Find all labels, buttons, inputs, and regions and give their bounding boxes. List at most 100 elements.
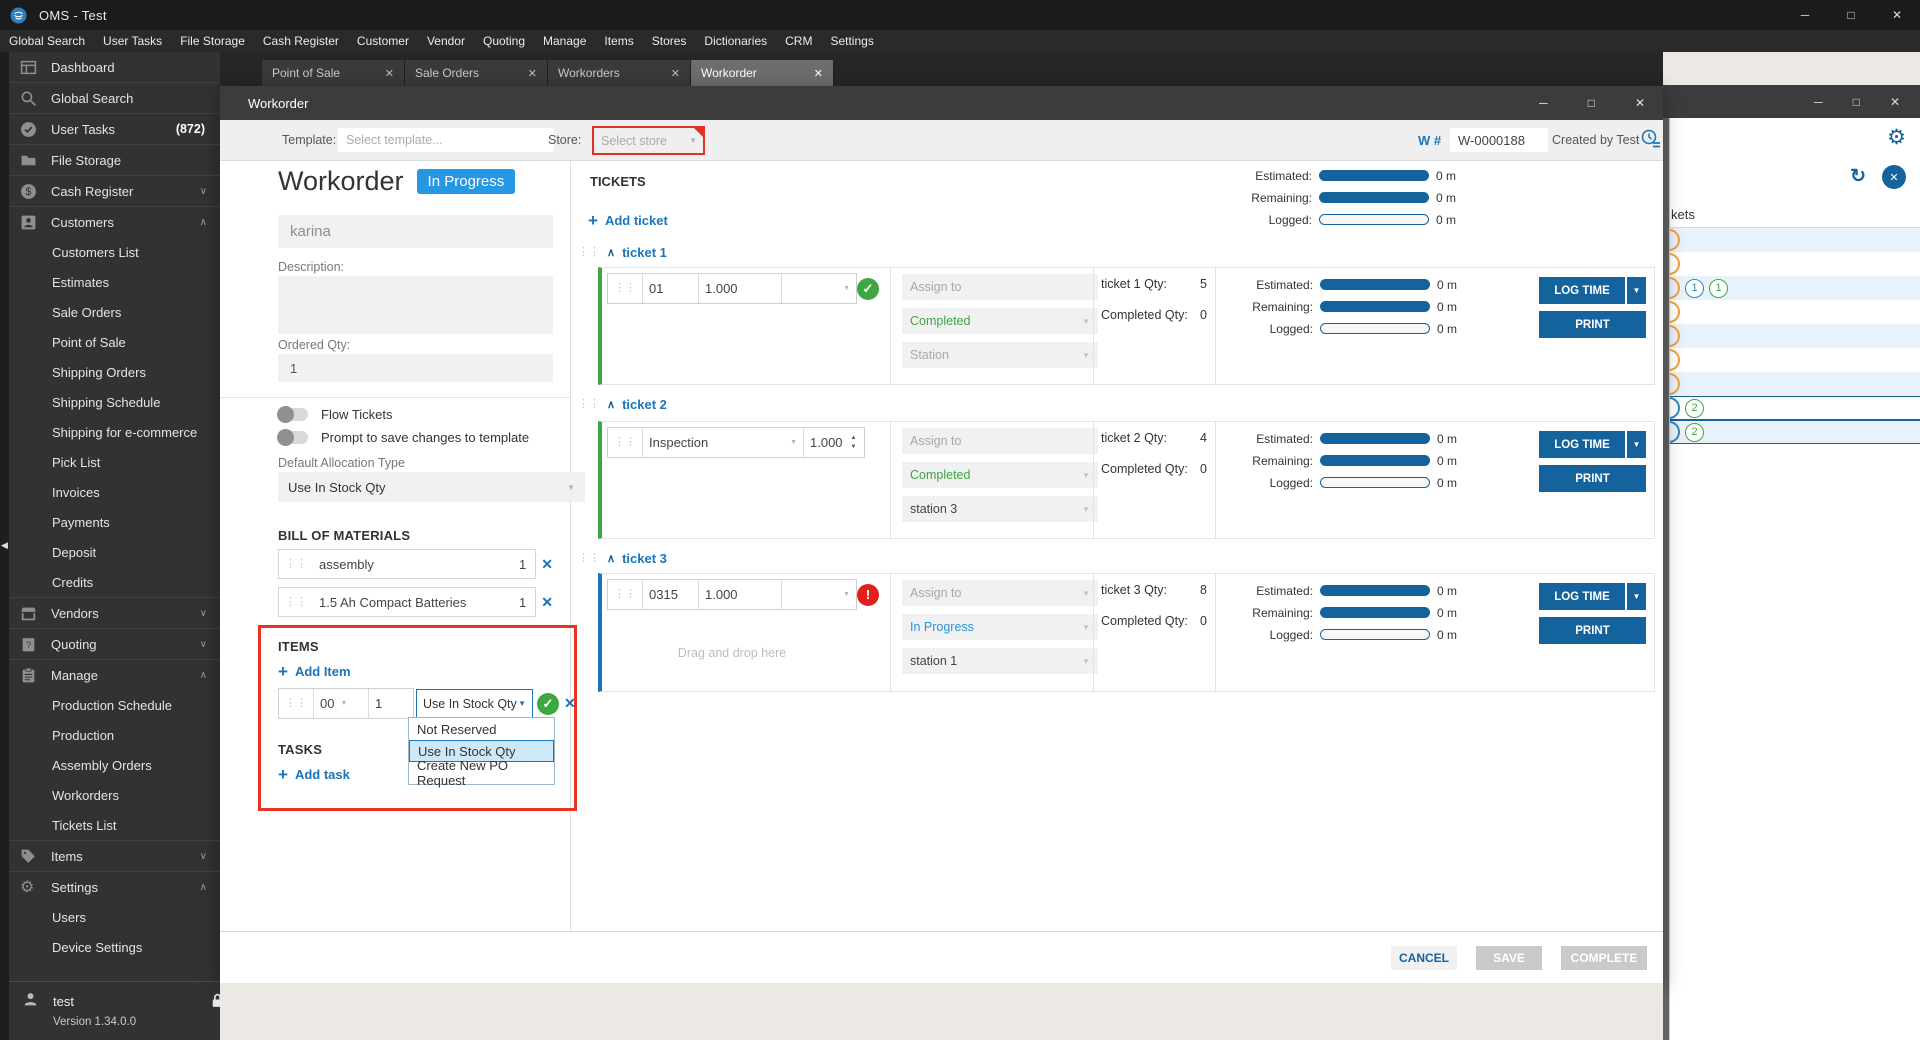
tab-close-icon[interactable]: ✕	[814, 67, 823, 80]
tab-point-of-sale[interactable]: Point of Sale ✕	[262, 60, 405, 86]
log-time-button[interactable]: LOG TIME	[1539, 583, 1625, 610]
menu-manage[interactable]: Manage	[534, 30, 595, 52]
creator-history-icon[interactable]	[1640, 128, 1662, 150]
sidebar-item-quoting[interactable]: ? Quoting ∨	[9, 628, 220, 659]
ticket-qty-field[interactable]: 1.000	[698, 274, 781, 303]
menu-global-search[interactable]: Global Search	[0, 30, 94, 52]
station-select[interactable]: station 1 ▼	[902, 648, 1098, 674]
menu-crm[interactable]: CRM	[776, 30, 821, 52]
ticket-qty-field[interactable]: 1.000	[698, 580, 781, 609]
print-button[interactable]: PRINT	[1539, 617, 1646, 644]
bom-item[interactable]: ⋮⋮ 1.5 Ah Compact Batteries 1	[278, 587, 537, 617]
sidebar-item-users[interactable]: Users	[9, 902, 220, 932]
ticket-name[interactable]: ticket 3	[622, 551, 667, 566]
menu-items[interactable]: Items	[595, 30, 642, 52]
store-select[interactable]: Select store ▼	[592, 126, 705, 155]
spinner-arrows-icon[interactable]: ▲ ▼	[851, 434, 857, 451]
log-time-dropdown-button[interactable]: ▼	[1627, 583, 1646, 610]
ticket-qty-stepper[interactable]: 1.000 ▲ ▼	[803, 428, 864, 457]
sidebar-item-device-settings[interactable]: Device Settings	[9, 932, 220, 962]
print-button[interactable]: PRINT	[1539, 311, 1646, 338]
sidebar-item-manage[interactable]: Manage ∧	[9, 659, 220, 690]
description-field[interactable]	[278, 276, 553, 334]
status-select[interactable]: Completed ▼	[902, 308, 1098, 334]
sidebar-item-pick-list[interactable]: Pick List	[9, 447, 220, 477]
ticket-item-select[interactable]: ▼	[781, 274, 856, 303]
collapse-chevron-icon[interactable]: ∧	[607, 246, 615, 259]
app-maximize-button[interactable]: □	[1828, 0, 1874, 30]
tab-close-icon[interactable]: ✕	[385, 67, 394, 80]
tab-sale-orders[interactable]: Sale Orders ✕	[405, 60, 548, 86]
list-item[interactable]	[1670, 252, 1920, 276]
remove-icon[interactable]: ✕	[541, 594, 553, 611]
menu-cash-register[interactable]: Cash Register	[254, 30, 348, 52]
sidebar-item-vendors[interactable]: Vendors ∨	[9, 597, 220, 628]
sidebar-item-production-schedule[interactable]: Production Schedule	[9, 690, 220, 720]
drag-handle-icon[interactable]: ⋮⋮	[608, 428, 642, 457]
sidebar-item-credits[interactable]: Credits	[9, 567, 220, 597]
sidebar-item-estimates[interactable]: Estimates	[9, 267, 220, 297]
ticket-name[interactable]: ticket 2	[622, 397, 667, 412]
status-select[interactable]: Completed ▼	[902, 462, 1098, 488]
sidebar-item-invoices[interactable]: Invoices	[9, 477, 220, 507]
collapse-chevron-icon[interactable]: ∧	[607, 552, 615, 565]
dropdown-option-not-reserved[interactable]: Not Reserved	[409, 718, 554, 740]
menu-settings[interactable]: Settings	[821, 30, 882, 52]
sidebar-item-assembly-orders[interactable]: Assembly Orders	[9, 750, 220, 780]
save-button[interactable]: SAVE	[1476, 945, 1542, 970]
sidebar-item-tickets-list[interactable]: Tickets List	[9, 810, 220, 840]
assign-to-select[interactable]: Assign to ▼	[902, 580, 1098, 606]
drag-handle-icon[interactable]: ⋮⋮	[279, 558, 313, 570]
sidebar-item-items[interactable]: Items ∨	[9, 840, 220, 871]
tab-close-icon[interactable]: ✕	[528, 67, 537, 80]
complete-button[interactable]: COMPLETE	[1561, 945, 1647, 970]
flow-tickets-toggle[interactable]	[277, 406, 308, 423]
sidebar-item-deposit[interactable]: Deposit	[9, 537, 220, 567]
sidebar-item-point-of-sale[interactable]: Point of Sale	[9, 327, 220, 357]
sidebar-item-cash-register[interactable]: $ Cash Register ∨	[9, 175, 220, 206]
bg-restore-button[interactable]: □	[1853, 95, 1860, 109]
tab-close-icon[interactable]: ✕	[671, 67, 680, 80]
assign-to-select[interactable]: Assign to	[902, 274, 1098, 300]
sidebar-item-sale-orders[interactable]: Sale Orders	[9, 297, 220, 327]
sidebar-item-user-tasks[interactable]: User Tasks (872)	[9, 113, 220, 144]
dialog-maximize-button[interactable]: □	[1588, 96, 1595, 110]
template-select-input[interactable]	[338, 128, 554, 152]
sidebar-item-shipping-orders[interactable]: Shipping Orders	[9, 357, 220, 387]
menu-user-tasks[interactable]: User Tasks	[94, 30, 171, 52]
sidebar-item-dashboard[interactable]: Dashboard	[9, 52, 220, 82]
drag-handle-icon[interactable]: ⋮⋮	[608, 580, 642, 609]
sidebar-item-shipping-ecommerce[interactable]: Shipping for e-commerce	[9, 417, 220, 447]
dialog-close-button[interactable]: ✕	[1635, 96, 1645, 110]
station-select[interactable]: Station ▼	[902, 342, 1098, 368]
list-item-selected[interactable]: 2	[1670, 420, 1920, 444]
ordered-qty-field[interactable]	[278, 354, 553, 382]
dropdown-option-create-po[interactable]: Create New PO Request	[409, 758, 554, 788]
dialog-minimize-button[interactable]: ─	[1539, 96, 1548, 110]
log-time-button[interactable]: LOG TIME	[1539, 431, 1625, 458]
bg-minimize-button[interactable]: ─	[1814, 95, 1823, 109]
prompt-save-toggle[interactable]	[277, 429, 308, 446]
sidebar-item-payments[interactable]: Payments	[9, 507, 220, 537]
sidebar-item-global-search[interactable]: Global Search	[9, 82, 220, 113]
add-ticket-button[interactable]: + Add ticket	[588, 212, 668, 229]
ticket-item-select[interactable]: ▼	[781, 580, 856, 609]
bg-close-button[interactable]: ✕	[1890, 95, 1900, 109]
app-close-button[interactable]: ✕	[1874, 0, 1920, 30]
list-item[interactable]	[1670, 228, 1920, 252]
app-minimize-button[interactable]: ─	[1782, 0, 1828, 30]
sidebar-item-settings[interactable]: ⚙ Settings ∧	[9, 871, 220, 902]
list-item-selected[interactable]: 2	[1670, 396, 1920, 420]
cancel-button[interactable]: CANCEL	[1391, 945, 1457, 970]
station-select[interactable]: station 3 ▼	[902, 496, 1098, 522]
list-item[interactable]: 1 1	[1670, 276, 1920, 300]
menu-quoting[interactable]: Quoting	[474, 30, 534, 52]
menu-customer[interactable]: Customer	[348, 30, 418, 52]
menu-file-storage[interactable]: File Storage	[171, 30, 254, 52]
drag-handle-icon[interactable]: ⋮⋮	[578, 399, 600, 410]
list-item[interactable]	[1670, 372, 1920, 396]
sidebar-collapse-arrow[interactable]: ◀	[0, 540, 9, 551]
drag-handle-icon[interactable]: ⋮⋮	[279, 596, 313, 608]
status-select[interactable]: In Progress ▼	[902, 614, 1098, 640]
list-item[interactable]	[1670, 348, 1920, 372]
